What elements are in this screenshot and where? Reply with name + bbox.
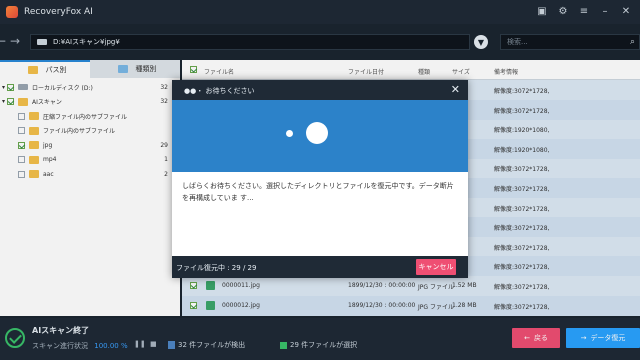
loading-dot-large [306,122,328,144]
recovery-dialog: ●●・ お待ちください ✕ しばらくお待ちください。選択したディレクトリとファイ… [172,80,468,278]
cancel-button[interactable]: キャンセル [416,259,456,275]
dialog-title: ●●・ お待ちください [184,87,255,95]
dialog-message: しばらくお待ちください。選択したディレクトリとファイルを復元中です。データ断片を… [182,182,454,202]
dialog-illustration [172,100,468,172]
loading-dot-small [286,130,293,137]
recovery-progress: ファイル復元中 : 29 / 29 [176,264,257,272]
dialog-header: ●●・ お待ちください ✕ [172,80,468,100]
close-icon[interactable]: ✕ [451,83,460,96]
dialog-footer: ファイル復元中 : 29 / 29 キャンセル [172,256,468,278]
